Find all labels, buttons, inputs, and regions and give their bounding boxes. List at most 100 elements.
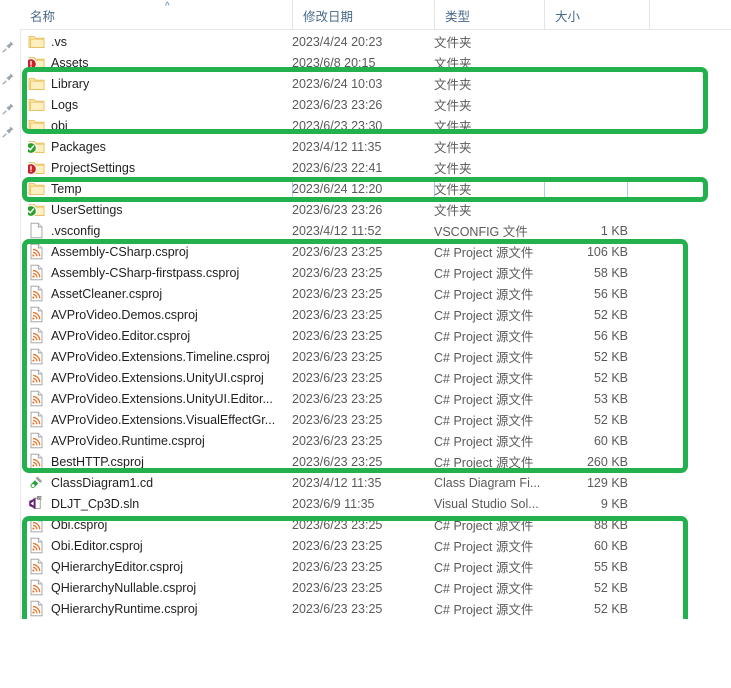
column-header-spacer[interactable] [649,0,731,30]
cell-date: 2023/6/23 23:25 [292,412,383,427]
cell-size [544,136,628,157]
table-row[interactable]: Temp 2023/6/24 12:20 文件夹 [20,178,731,199]
table-row[interactable]: ProjectSettings 2023/6/23 22:41 文件夹 [20,157,731,178]
file-name-label: AVProVideo.Editor.csproj [51,328,191,343]
folder-icon [28,96,45,113]
table-row[interactable]: UserSettings 2023/6/23 23:26 文件夹 [20,199,731,220]
cell-type: C# Project 源文件 [434,603,534,617]
csproj-icon [28,327,45,344]
table-row[interactable]: VS DLJT_Cp3D.sln 2023/6/9 11:35 Visual Stud… [20,493,731,514]
cell-size: 56 KB [593,328,628,343]
cell-size: 60 KB [593,433,628,448]
svg-text:VS: VS [38,496,42,500]
table-row[interactable]: Assembly-CSharp-firstpass.csproj 2023/6/2… [20,262,731,283]
cell-name: QHierarchyNullable.csproj [28,577,308,598]
csproj-icon [28,306,45,323]
file-name-label: Obi.Editor.csproj [51,538,143,553]
cell-name: Logs [28,94,308,115]
cell-size: 52 KB [593,412,628,427]
pushpin-icon[interactable] [1,40,15,54]
cell-type: 文件夹 [434,78,472,92]
column-header-date[interactable]: 修改日期 [292,0,434,30]
table-row[interactable]: Library 2023/6/24 10:03 文件夹 [20,73,731,94]
cell-size: 52 KB [593,580,628,595]
table-row[interactable]: Assembly-CSharp.csproj 2023/6/23 23:25 C# … [20,241,731,262]
blank-document-icon [28,222,45,239]
file-name-label: AssetCleaner.csproj [51,286,163,301]
table-row[interactable]: AVProVideo.Runtime.csproj 2023/6/23 23:25… [20,430,731,451]
cell-size [544,94,628,115]
cell-size: 129 KB [586,475,628,490]
file-name-label: AVProVideo.Extensions.UnityUI.Editor... [51,391,273,406]
cell-size: 1 KB [600,223,628,238]
table-row[interactable]: .vs 2023/4/24 20:23 文件夹 [20,31,731,52]
column-header-type-label: 类型 [445,9,471,24]
empty-list-area[interactable] [20,619,731,688]
cell-type: C# Project 源文件 [434,288,534,302]
cell-date: 2023/6/23 23:26 [292,202,383,217]
cell-type: C# Project 源文件 [434,393,534,407]
folder-icon [28,138,45,155]
file-name-label: AVProVideo.Extensions.Timeline.csproj [51,349,270,364]
table-row[interactable]: Assets 2023/6/8 20:15 文件夹 [20,52,731,73]
column-header-name[interactable]: 名称 ^ [20,0,292,30]
file-name-label: Temp [51,181,82,196]
csproj-icon [28,579,45,596]
pushpin-icon[interactable] [1,72,15,86]
csproj-icon [28,369,45,386]
cell-name: QHierarchyEditor.csproj [28,556,308,577]
column-header-size[interactable]: 大小 [544,0,649,30]
cell-date: 2023/6/23 23:26 [292,97,383,112]
file-name-label: QHierarchyEditor.csproj [51,559,183,574]
visual-studio-solution-icon: VS [28,495,45,512]
table-row[interactable]: Obi.csproj 2023/6/23 23:25 C# Project 源文件 8… [20,514,731,535]
table-row[interactable]: AssetCleaner.csproj 2023/6/23 23:25 C# Pro… [20,283,731,304]
cell-date: 2023/6/23 23:25 [292,517,383,532]
cell-date: 2023/6/23 23:25 [292,391,383,406]
cell-date: 2023/6/23 23:25 [292,307,383,322]
csproj-icon [28,390,45,407]
pushpin-icon[interactable] [1,102,15,116]
csproj-icon [28,453,45,470]
cell-type: C# Project 源文件 [434,330,534,344]
cell-name: Obi.Editor.csproj [28,535,308,556]
table-row[interactable]: AVProVideo.Demos.csproj 2023/6/23 23:25 C#… [20,304,731,325]
file-name-label: Assembly-CSharp.csproj [51,244,189,259]
cell-date: 2023/6/23 23:25 [292,370,383,385]
table-row[interactable]: Logs 2023/6/23 23:26 文件夹 [20,94,731,115]
cell-size: 58 KB [593,265,628,280]
table-row[interactable]: QHierarchyNullable.csproj 2023/6/23 23:25… [20,577,731,598]
cell-date: 2023/6/23 23:25 [292,580,383,595]
folder-icon [28,33,45,50]
column-header-type[interactable]: 类型 [434,0,544,30]
table-row[interactable]: AVProVideo.Extensions.Timeline.csproj 202… [20,346,731,367]
file-name-label: BestHTTP.csproj [51,454,144,469]
cell-name: .vsconfig [28,220,308,241]
cell-size [544,31,628,52]
cell-size [544,178,628,199]
table-row[interactable]: AVProVideo.Extensions.UnityUI.Editor... 2… [20,388,731,409]
table-row[interactable]: .vsconfig 2023/4/12 11:52 VSCONFIG 文件 1 KB [20,220,731,241]
table-row[interactable]: AVProVideo.Extensions.UnityUI.csproj 2023… [20,367,731,388]
cell-type: C# Project 源文件 [434,456,534,470]
folder-icon [28,201,45,218]
table-row[interactable]: AVProVideo.Editor.csproj 2023/6/23 23:25 C… [20,325,731,346]
cell-date: 2023/6/23 23:25 [292,559,383,574]
table-row[interactable]: Obi.Editor.csproj 2023/6/23 23:25 C# Proje… [20,535,731,556]
table-row[interactable]: Packages 2023/4/12 11:35 文件夹 [20,136,731,157]
table-row[interactable]: QHierarchyRuntime.csproj 2023/6/23 23:25 C… [20,598,731,619]
table-row[interactable]: AVProVideo.Extensions.VisualEffectGr... 2… [20,409,731,430]
table-row[interactable]: QHierarchyEditor.csproj 2023/6/23 23:25 C#… [20,556,731,577]
pushpin-icon[interactable] [1,125,15,139]
cell-type: C# Project 源文件 [434,414,534,428]
table-row[interactable]: obj 2023/6/23 23:30 文件夹 [20,115,731,136]
cell-size [544,52,628,73]
folder-icon [28,117,45,134]
csproj-icon [28,264,45,281]
cell-type: 文件夹 [434,120,472,134]
table-row[interactable]: ClassDiagram1.cd 2023/4/12 11:35 Class Dia… [20,472,731,493]
file-name-label: QHierarchyNullable.csproj [51,580,197,595]
table-row[interactable]: BestHTTP.csproj 2023/6/23 23:25 C# Project… [20,451,731,472]
file-list: .vs 2023/4/24 20:23 文件夹 Assets 2023/6/8 20:1… [20,31,731,619]
folder-icon [28,75,45,92]
